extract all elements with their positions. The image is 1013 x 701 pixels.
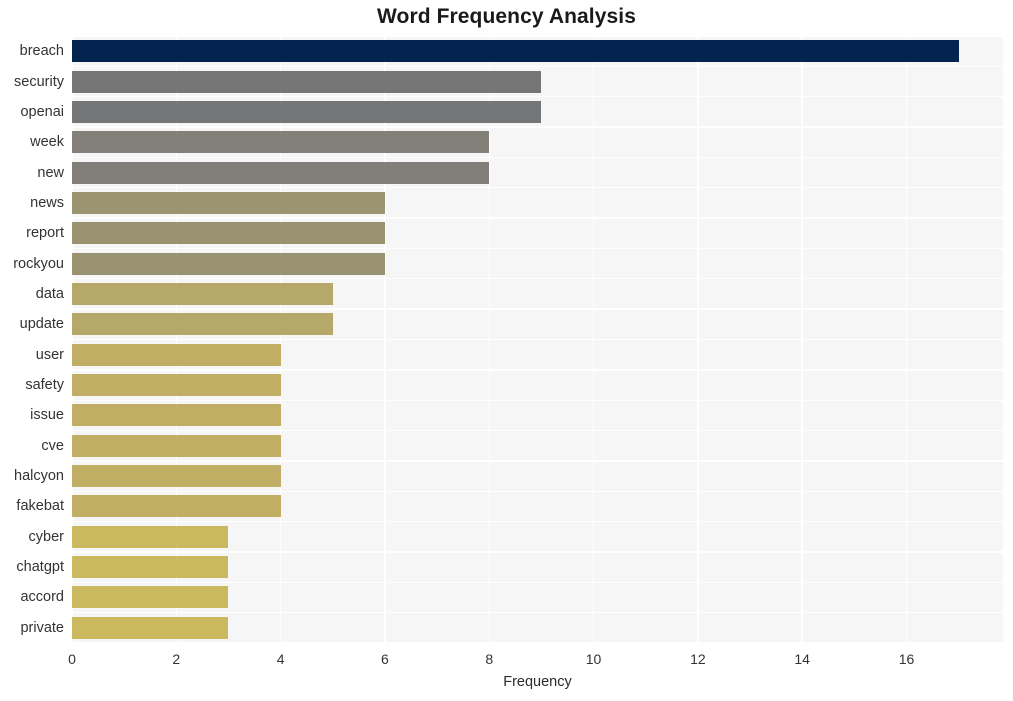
x-tick-label: 6 <box>381 651 389 667</box>
bar-security <box>72 70 542 93</box>
horizontal-gridline <box>72 460 1003 462</box>
bar-news <box>72 191 385 214</box>
y-tick-label: issue <box>30 407 64 424</box>
horizontal-gridline <box>72 611 1003 614</box>
x-tick-label: 2 <box>172 651 181 667</box>
horizontal-gridline <box>72 551 1003 553</box>
horizontal-gridline <box>72 581 1003 583</box>
x-tick-label: 8 <box>485 651 494 667</box>
chart-figure: Word Frequency Analysis breach security op… <box>0 0 1013 701</box>
y-tick-label: new <box>37 164 64 181</box>
y-tick-label: breach <box>19 43 64 60</box>
horizontal-gridline <box>72 338 1003 341</box>
horizontal-gridline <box>72 399 1003 401</box>
bar-new <box>72 161 490 184</box>
chart-title: Word Frequency Analysis <box>376 5 637 28</box>
bar-cyber <box>72 525 229 548</box>
horizontal-gridline <box>72 35 1003 37</box>
bar-accord <box>72 586 229 609</box>
bar-fakebat <box>72 495 281 518</box>
bar-issue <box>72 404 281 427</box>
bar-safety <box>72 374 281 397</box>
y-tick-label: cyber <box>28 528 64 545</box>
y-tick-label: rockyou <box>13 255 64 272</box>
y-tick-label: openai <box>20 103 64 120</box>
horizontal-gridline <box>72 96 1003 98</box>
x-axis-title: Frequency <box>503 674 572 690</box>
bar-chatgpt <box>72 556 229 579</box>
y-tick-label: security <box>14 73 64 90</box>
bar-data <box>72 282 333 305</box>
x-tick-label: 14 <box>794 651 810 667</box>
x-tick-label: 16 <box>898 651 915 667</box>
plot-area <box>71 35 1003 644</box>
y-tick-label: halcyon <box>14 468 64 485</box>
horizontal-gridline <box>72 217 1003 219</box>
horizontal-gridline <box>72 187 1003 189</box>
bar-week <box>72 131 490 154</box>
y-tick-label: data <box>35 285 64 302</box>
y-tick-label: user <box>35 346 64 363</box>
y-tick-label: chatgpt <box>16 559 64 576</box>
horizontal-gridline <box>72 278 1003 280</box>
bar-private <box>72 616 229 639</box>
horizontal-gridline <box>72 490 1003 492</box>
bar-update <box>72 313 333 336</box>
y-tick-label: week <box>30 134 64 151</box>
bar-rockyou <box>72 252 385 275</box>
y-tick-label: private <box>20 619 64 636</box>
y-tick-label: fakebat <box>16 498 64 515</box>
horizontal-gridline <box>72 308 1003 310</box>
bar-breach <box>72 40 959 63</box>
x-axis-tick-labels: 0 2 4 6 8 10 12 14 16 <box>0 643 1013 671</box>
horizontal-gridline <box>72 429 1003 432</box>
bar-report <box>72 222 385 245</box>
y-tick-label: report <box>26 225 64 242</box>
y-tick-label: safety <box>25 377 64 394</box>
y-tick-label: update <box>19 316 64 333</box>
x-tick-label: 0 <box>68 651 76 667</box>
horizontal-gridline <box>72 520 1003 523</box>
y-tick-label: cve <box>41 437 64 454</box>
bar-user <box>72 343 281 366</box>
bar-openai <box>72 100 542 123</box>
x-tick-label: 4 <box>276 651 285 667</box>
y-tick-label: accord <box>20 589 64 606</box>
horizontal-gridline <box>72 65 1003 68</box>
x-tick-label: 12 <box>690 651 706 667</box>
bar-cve <box>72 434 281 457</box>
y-tick-label: news <box>30 194 64 211</box>
horizontal-gridline <box>72 156 1003 159</box>
horizontal-gridline <box>72 369 1003 371</box>
horizontal-gridline <box>72 247 1003 250</box>
bar-halcyon <box>72 465 281 488</box>
x-tick-label: 10 <box>585 651 602 667</box>
horizontal-gridline <box>72 126 1003 128</box>
y-axis-tick-labels: breach security openai week new news report roc… <box>0 36 64 643</box>
